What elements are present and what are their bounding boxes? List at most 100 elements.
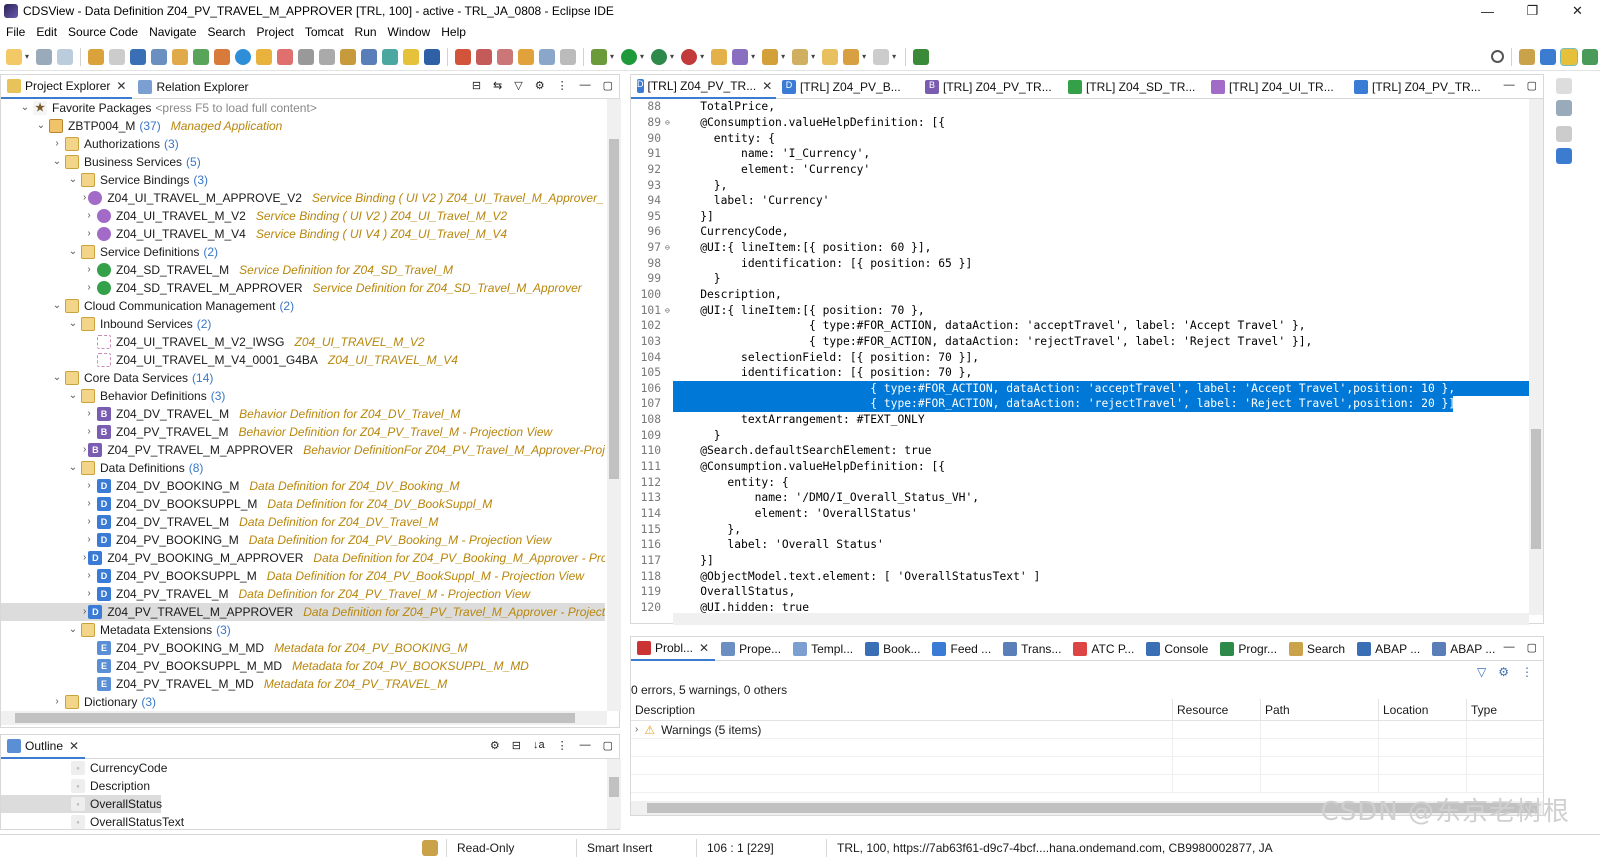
editor-horizontal-scrollbar[interactable] bbox=[673, 613, 1529, 625]
close-tab-icon[interactable]: ✕ bbox=[762, 79, 772, 93]
forward-icon[interactable] bbox=[873, 48, 890, 65]
expand-toggle-icon[interactable]: › bbox=[83, 585, 95, 603]
transport-icon[interactable] bbox=[298, 48, 315, 65]
menu-run[interactable]: Run bbox=[351, 25, 384, 39]
expand-toggle-icon[interactable]: ⌄ bbox=[67, 621, 79, 639]
tree-row[interactable]: ⌄ Data Definitions (8) bbox=[1, 459, 605, 477]
expand-toggle-icon[interactable]: › bbox=[51, 693, 63, 711]
tab-project-explorer[interactable]: Project Explorer ✕ bbox=[1, 74, 133, 99]
tree-row[interactable]: E Z04_PV_BOOKING_M_MD Metadata for Z04_PV_… bbox=[1, 639, 605, 657]
tree-row[interactable]: › B Z04_PV_TRAVEL_M_APPROVER Behavior Defin… bbox=[1, 441, 605, 459]
code-line[interactable]: 114 element: 'OverallStatus' bbox=[631, 506, 1543, 522]
pilcrow-icon[interactable] bbox=[560, 48, 577, 65]
expand-toggle-icon[interactable]: › bbox=[51, 135, 63, 153]
outline-item[interactable]: ◦ OverallStatusText bbox=[1, 813, 605, 829]
expand-toggle-icon[interactable]: ⌄ bbox=[67, 315, 79, 333]
tree-row[interactable]: › D Z04_PV_BOOKING_M Data Definition for Z0… bbox=[1, 531, 605, 549]
tree-row[interactable]: › D Z04_PV_BOOKSUPPL_M Data Definition for … bbox=[1, 567, 605, 585]
package-icon[interactable] bbox=[340, 48, 357, 65]
minimize-view-icon[interactable]: — bbox=[1504, 641, 1515, 654]
editor-tab[interactable]: B [TRL] Z04_PV_TR... bbox=[919, 75, 1062, 99]
menu-source-code[interactable]: Source Code bbox=[64, 25, 145, 39]
problems-row-warnings[interactable]: › ⚠ Warnings (5 items) bbox=[631, 721, 1543, 739]
run-external-icon[interactable] bbox=[651, 48, 668, 65]
sort-icon[interactable]: ↓a bbox=[533, 739, 545, 752]
code-line[interactable]: 117 }] bbox=[631, 553, 1543, 569]
sync-icon[interactable]: ⚙ bbox=[535, 79, 545, 92]
code-line[interactable]: 96 CurrencyCode, bbox=[631, 224, 1543, 240]
outline-item[interactable]: ◦ CurrencyCode bbox=[1, 759, 605, 777]
code-line[interactable]: 111 @Consumption.valueHelpDefinition: [{ bbox=[631, 459, 1543, 475]
collapse-all-icon[interactable]: ⊟ bbox=[472, 79, 481, 92]
code-line[interactable]: 91 name: 'I_Currency', bbox=[631, 146, 1543, 162]
tree-row[interactable]: › D Z04_PV_TRAVEL_M Data Definition for Z04… bbox=[1, 585, 605, 603]
tree-row[interactable]: › D Z04_DV_TRAVEL_M Data Definition for Z04… bbox=[1, 513, 605, 531]
save-all-icon[interactable] bbox=[57, 48, 74, 65]
tree-row-package[interactable]: ⌄ ZBTP004_M (37) Managed Application bbox=[1, 117, 605, 135]
debug-icon[interactable] bbox=[277, 48, 294, 65]
editor-tab[interactable]: [TRL] Z04_SD_TR... bbox=[1062, 75, 1205, 99]
help-tool-icon[interactable] bbox=[424, 48, 441, 65]
bottom-tab[interactable]: Prope... bbox=[715, 637, 787, 661]
bottom-tab[interactable]: Book... bbox=[859, 637, 926, 661]
status-icon[interactable] bbox=[422, 839, 438, 856]
tree-row[interactable]: › Z04_SD_TRAVEL_M Service Definition for Z… bbox=[1, 261, 605, 279]
maximize-view-icon[interactable]: ▢ bbox=[1527, 641, 1537, 654]
filter-icon[interactable]: ▽ bbox=[1477, 665, 1486, 679]
perspective-open-icon[interactable] bbox=[1519, 48, 1535, 65]
code-line[interactable]: 103 { type:#FOR_ACTION, dataAction: 'rej… bbox=[631, 334, 1543, 350]
tree-row[interactable]: ⌄ Cloud Communication Management (2) bbox=[1, 297, 605, 315]
run-abap-icon[interactable] bbox=[193, 48, 210, 65]
tree-row[interactable]: ⌄ Service Bindings (3) bbox=[1, 171, 605, 189]
last-edit-icon[interactable] bbox=[822, 48, 839, 65]
bottom-tab[interactable]: ATC P... bbox=[1067, 637, 1140, 661]
expand-toggle-icon[interactable]: ⌄ bbox=[51, 369, 63, 387]
run-icon[interactable] bbox=[621, 48, 638, 65]
maximize-view-icon[interactable]: ▢ bbox=[603, 739, 613, 752]
next-annotation-icon[interactable] bbox=[762, 48, 779, 65]
outline-collapse-icon[interactable]: ⊟ bbox=[512, 739, 521, 752]
expand-toggle-icon[interactable]: › bbox=[83, 279, 95, 297]
expand-toggle-icon[interactable]: › bbox=[83, 207, 95, 225]
tree-row[interactable]: ⌄ Behavior Definitions (3) bbox=[1, 387, 605, 405]
link-icon[interactable] bbox=[361, 48, 378, 65]
tree-row[interactable]: › Z04_UI_TRAVEL_M_V2 Service Binding ( UI … bbox=[1, 207, 605, 225]
expand-toggle-icon[interactable]: › bbox=[83, 549, 86, 567]
code-line[interactable]: 109 } bbox=[631, 427, 1543, 443]
view-menu-icon[interactable]: ⋮ bbox=[1521, 665, 1533, 679]
tool-red-icon[interactable] bbox=[455, 48, 472, 65]
col-resource[interactable]: Resource bbox=[1173, 699, 1261, 720]
tree-row[interactable]: › B Z04_DV_TRAVEL_M Behavior Definition for… bbox=[1, 405, 605, 423]
tree-row-favorites[interactable]: ⌄ ★ Favorite Packages <press F5 to load … bbox=[1, 99, 605, 117]
tool-block-icon[interactable] bbox=[518, 48, 535, 65]
bottom-tab[interactable]: Probl... ✕ bbox=[631, 636, 716, 661]
tree-row[interactable]: E Z04_PV_TRAVEL_M_MD Metadata for Z04_PV_T… bbox=[1, 675, 605, 693]
outline-item[interactable]: ◦ Description bbox=[1, 777, 605, 795]
expand-toggle-icon[interactable]: › bbox=[83, 189, 86, 207]
tree-row[interactable]: › Dictionary (3) bbox=[1, 693, 605, 711]
tree-row[interactable]: › Z04_UI_TRAVEL_M_APPROVE_V2 Service Bindi… bbox=[1, 189, 605, 207]
mark-icon[interactable] bbox=[403, 48, 420, 65]
maximize-button[interactable]: ❐ bbox=[1510, 0, 1555, 22]
new-icon[interactable] bbox=[6, 48, 22, 65]
col-location[interactable]: Location bbox=[1379, 699, 1467, 720]
pen-icon[interactable] bbox=[732, 48, 749, 65]
fold-icon[interactable]: ⊖ bbox=[665, 306, 670, 315]
print-icon[interactable] bbox=[319, 48, 336, 65]
tool-doc-icon[interactable] bbox=[539, 48, 556, 65]
expand-toggle-icon[interactable]: › bbox=[83, 405, 95, 423]
expand-toggle-icon[interactable]: › bbox=[83, 513, 95, 531]
menu-window[interactable]: Window bbox=[384, 25, 438, 39]
tree-row[interactable]: › Z04_UI_TRAVEL_M_V4 Service Binding ( UI … bbox=[1, 225, 605, 243]
col-description[interactable]: Description bbox=[631, 699, 1173, 720]
save-icon[interactable] bbox=[36, 48, 53, 65]
outline-vertical-scrollbar[interactable] bbox=[607, 759, 621, 829]
search-tool-icon[interactable] bbox=[151, 48, 168, 65]
code-line[interactable]: 94 label: 'Currency' bbox=[631, 193, 1543, 209]
perspective-abap-icon[interactable] bbox=[1540, 48, 1556, 65]
code-line[interactable]: 97 ⊖ @UI:{ lineItem:[{ position: 60 }], bbox=[631, 240, 1543, 256]
code-line[interactable]: 104 selectionField: [{ position: 70 }], bbox=[631, 349, 1543, 365]
bottom-tab[interactable]: ABAP ... bbox=[1351, 637, 1426, 661]
menu-project[interactable]: Project bbox=[252, 25, 300, 39]
expand-toggle-icon[interactable]: › bbox=[83, 531, 95, 549]
